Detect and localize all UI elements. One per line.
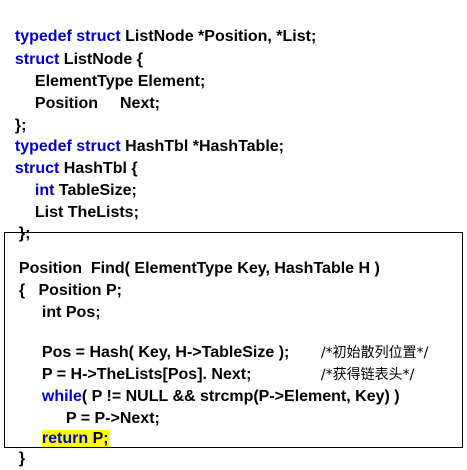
func-text: int Pos; (41, 304, 101, 321)
decl-line-element: ElementType Element; (26, 49, 205, 90)
decl-text: Next; (120, 95, 161, 112)
func-signature: Position Find( ElementType Key, HashTabl… (10, 236, 380, 277)
decl-line-close-listnode: }; (6, 93, 27, 134)
func-text: } (18, 450, 26, 467)
decl-text: ListNode *Position, *List; (120, 28, 317, 45)
keyword-return: return (41, 430, 89, 447)
decl-line-close-hashtbl: }; (10, 201, 31, 242)
decl-line-tablesize: int TableSize; (26, 158, 137, 199)
decl-type: Position (34, 95, 98, 112)
return-highlight: return P; (41, 430, 109, 447)
decl-text: HashTbl *HashTable; (120, 138, 284, 155)
func-line-return: return P; (33, 406, 109, 447)
func-line-while: while( P != NULL && strcmp(P->Element, K… (33, 364, 400, 405)
func-line-decl-pos: int Pos; (33, 280, 101, 321)
decl-line-struct-listnode: struct ListNode { (6, 27, 143, 68)
func-text: P; (88, 430, 109, 447)
func-line-close: } (10, 426, 25, 467)
func-line-lists: P = H->TheLists[Pos]. Next; (33, 342, 252, 383)
decl-line-typedef-listnode: typedef struct ListNode *Position, *List… (6, 4, 316, 45)
func-comment-hash: /*初始散列位置*/ (312, 320, 428, 361)
decl-line-thelists: List TheLists; (26, 180, 139, 221)
decl-text: List TheLists; (34, 204, 139, 221)
decl-line-struct-hashtbl: struct HashTbl { (6, 136, 138, 177)
func-line-next: P = P->Next; (57, 386, 160, 427)
func-line-hash: Pos = Hash( Key, H->TableSize ); (33, 320, 289, 361)
decl-line-typedef-hashtbl: typedef struct HashTbl *HashTable; (6, 114, 284, 155)
func-comment-lists: /*获得链表头*/ (312, 342, 414, 383)
func-line-decl-p: { Position P; (10, 258, 122, 299)
decl-line-next: Position Next; (26, 71, 160, 112)
